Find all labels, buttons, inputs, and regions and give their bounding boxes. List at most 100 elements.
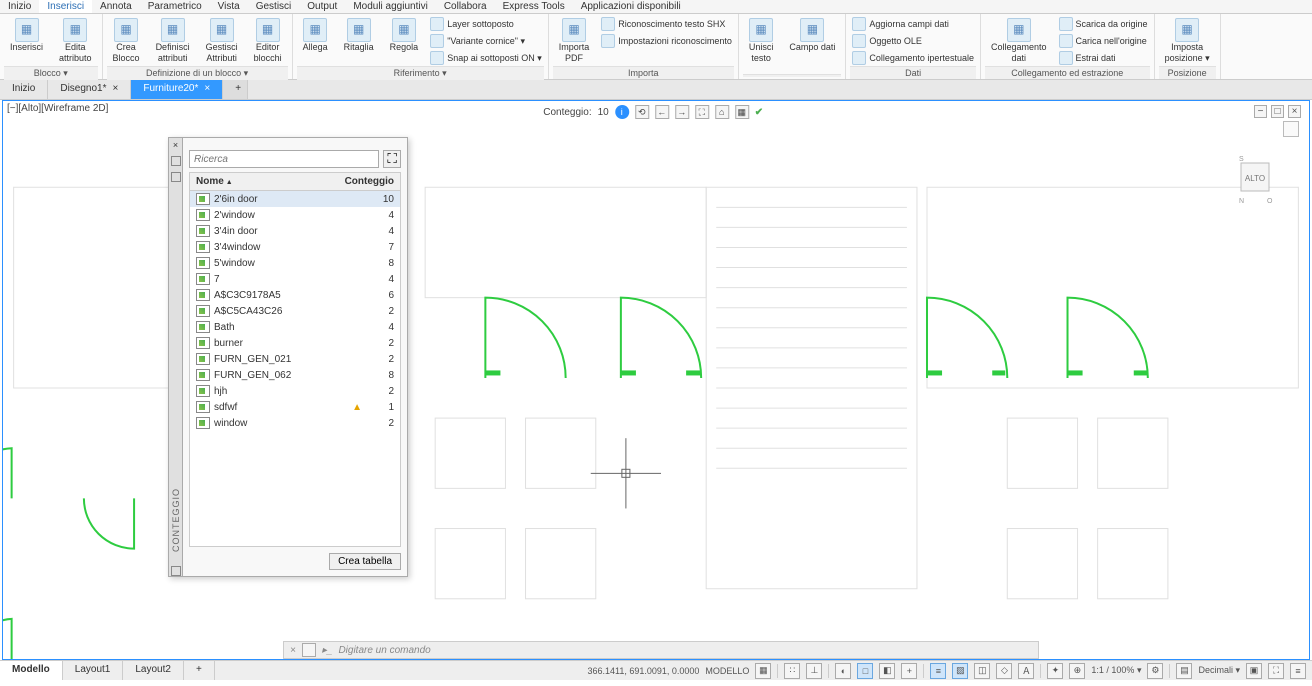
ribbon-small-button[interactable]: Collegamento ipertestuale [850, 50, 976, 66]
ribbon-button[interactable]: ▦Editaattributo [53, 16, 98, 66]
viewcube[interactable]: ALTO N S O [1235, 151, 1275, 211]
block-row[interactable]: FURN_GEN_0628 [190, 367, 400, 383]
ribbon-panel-title[interactable]: Definizione di un blocco ▾ [107, 66, 288, 80]
menu-item[interactable]: Moduli aggiuntivi [345, 0, 436, 13]
status-bar[interactable]: 366.1411, 691.0091, 0.0000 MODELLO ▦ ∷ ⊥… [581, 661, 1312, 680]
ribbon-button[interactable]: ▦Impostaposizione ▾ [1159, 16, 1216, 66]
menu-item[interactable]: Vista [210, 0, 248, 13]
ribbon-button[interactable]: ▦Collegamentodati [985, 16, 1053, 66]
block-row[interactable]: 74 [190, 271, 400, 287]
hatch-icon[interactable]: ▤ [1176, 663, 1192, 679]
block-row[interactable]: Bath4 [190, 319, 400, 335]
ribbon-button[interactable]: ▦Uniscitesto [743, 16, 780, 66]
dock-icon[interactable] [171, 172, 181, 182]
search-input[interactable] [189, 150, 379, 168]
layout-tab[interactable]: Modello [0, 661, 63, 680]
ribbon-small-button[interactable]: Carica nell'origine [1057, 33, 1150, 49]
command-line[interactable]: × ▸_ Digitare un comando [283, 641, 1039, 659]
ribbon-button[interactable]: ▦CreaBlocco [107, 16, 146, 66]
ribbon-button[interactable]: ▦ImportaPDF [553, 16, 596, 66]
space-label[interactable]: MODELLO [705, 666, 749, 676]
layout-tab[interactable]: Layout2 [123, 661, 184, 680]
ribbon-small-button[interactable]: Layer sottoposto [428, 16, 544, 32]
palette-sidebar[interactable]: × CONTEGGIO [169, 138, 183, 576]
navigation-bar[interactable] [1283, 121, 1303, 141]
viewport-label[interactable]: [−][Alto][Wireframe 2D] [7, 103, 108, 114]
ribbon-button[interactable]: ▦Inserisci [4, 16, 49, 55]
snap-icon[interactable]: ∷ [784, 663, 800, 679]
ortho-icon[interactable]: ⊥ [806, 663, 822, 679]
layout-tabs[interactable]: ModelloLayout1Layout2+ 366.1411, 691.009… [0, 660, 1312, 680]
ribbon-small-button[interactable]: Scarica da origine [1057, 16, 1150, 32]
osnap-icon[interactable]: □ [857, 663, 873, 679]
menu-bar[interactable]: InizioInserisciAnnotaParametricoVistaGes… [0, 0, 1312, 14]
ribbon-button[interactable]: ▦GestisciAttributi [200, 16, 244, 66]
annotation-scale-icon[interactable]: ⊕ [1069, 663, 1085, 679]
document-tabs[interactable]: InizioDisegno1*×Furniture20*×+ [0, 80, 1312, 100]
ribbon-panel-title[interactable]: Dati [850, 66, 976, 79]
ribbon-button[interactable]: ▦Editorblocchi [248, 16, 288, 66]
confirm-icon[interactable]: ✔ [755, 107, 769, 118]
add-tab-button[interactable]: + [223, 80, 248, 99]
document-tab[interactable]: Disegno1*× [48, 80, 131, 99]
menu-item[interactable]: Inserisci [39, 0, 92, 13]
menu-item[interactable]: Applicazioni disponibili [573, 0, 689, 13]
count-palette[interactable]: × CONTEGGIO ⛶ Nome Conteggio 2'6in door1… [168, 137, 408, 577]
header-name[interactable]: Nome [196, 176, 334, 187]
block-row[interactable]: 3'4in door4 [190, 223, 400, 239]
search-button[interactable]: ⛶ [383, 150, 401, 168]
close-icon[interactable]: × [290, 645, 296, 656]
menu-item[interactable]: Parametrico [140, 0, 210, 13]
customize-icon[interactable] [302, 643, 316, 657]
menu-item[interactable]: Output [299, 0, 345, 13]
block-row[interactable]: 2'6in door10 [190, 191, 400, 207]
gear-icon[interactable]: ⚙ [1147, 663, 1163, 679]
ribbon-button[interactable]: ▦Regola [384, 16, 425, 55]
selection-cycling-icon[interactable]: ◫ [974, 663, 990, 679]
header-count[interactable]: Conteggio [334, 176, 394, 187]
ribbon-panel-title[interactable]: Blocco ▾ [4, 66, 98, 80]
block-row[interactable]: sdfwf▲1 [190, 399, 400, 415]
ribbon-small-button[interactable]: Snap ai sottoposti ON ▾ [428, 50, 544, 66]
units-label[interactable]: Decimali ▾ [1198, 665, 1240, 676]
dock-icon[interactable] [171, 156, 181, 166]
block-row[interactable]: A$C3C9178A56 [190, 287, 400, 303]
ribbon-panel-title[interactable] [743, 74, 842, 77]
menu-item[interactable]: Annota [92, 0, 140, 13]
dyninput-icon[interactable]: + [901, 663, 917, 679]
customization-icon[interactable]: ≡ [1290, 663, 1306, 679]
menu-item[interactable]: Gestisci [248, 0, 300, 13]
close-icon[interactable]: × [173, 140, 178, 150]
block-row[interactable]: 2'window4 [190, 207, 400, 223]
block-row[interactable]: burner2 [190, 335, 400, 351]
ribbon-small-button[interactable]: Riconoscimento testo SHX [599, 16, 734, 32]
block-list[interactable]: 2'6in door102'window43'4in door43'4windo… [189, 191, 401, 547]
block-row[interactable]: A$C5CA43C262 [190, 303, 400, 319]
ribbon-small-button[interactable]: Estrai dati [1057, 50, 1150, 66]
block-row[interactable]: hjh2 [190, 383, 400, 399]
ribbon-small-button[interactable]: Impostazioni riconoscimento [599, 33, 734, 49]
block-row[interactable]: FURN_GEN_0212 [190, 351, 400, 367]
transparency-icon[interactable]: ▨ [952, 663, 968, 679]
menu-item[interactable]: Inizio [0, 0, 39, 13]
ribbon-panel-title[interactable]: Importa [553, 66, 734, 79]
ribbon-panel-title[interactable]: Posizione [1159, 66, 1216, 79]
block-row[interactable]: 5'window8 [190, 255, 400, 271]
clean-screen-icon[interactable]: ⛶ [1268, 663, 1284, 679]
navbar-icon[interactable] [1283, 121, 1299, 137]
list-header[interactable]: Nome Conteggio [189, 172, 401, 191]
ribbon-small-button[interactable]: Aggiorna campi dati [850, 16, 976, 32]
block-row[interactable]: 3'4window7 [190, 239, 400, 255]
menu-item[interactable]: Express Tools [495, 0, 573, 13]
workspace-icon[interactable]: ✦ [1047, 663, 1063, 679]
isoplane-icon[interactable]: ◇ [996, 663, 1012, 679]
block-row[interactable]: window2 [190, 415, 400, 431]
3dosnap-icon[interactable]: ◧ [879, 663, 895, 679]
close-icon[interactable]: × [204, 83, 210, 94]
ribbon-small-button[interactable]: Oggetto OLE [850, 33, 976, 49]
ribbon-button[interactable]: ▦Definisciattributi [150, 16, 196, 66]
annotation-icon[interactable]: Ａ [1018, 663, 1034, 679]
options-icon[interactable] [171, 566, 181, 576]
ribbon-button[interactable]: ▦Allega [297, 16, 334, 55]
ribbon-panel-title[interactable]: Collegamento ed estrazione [985, 66, 1150, 79]
